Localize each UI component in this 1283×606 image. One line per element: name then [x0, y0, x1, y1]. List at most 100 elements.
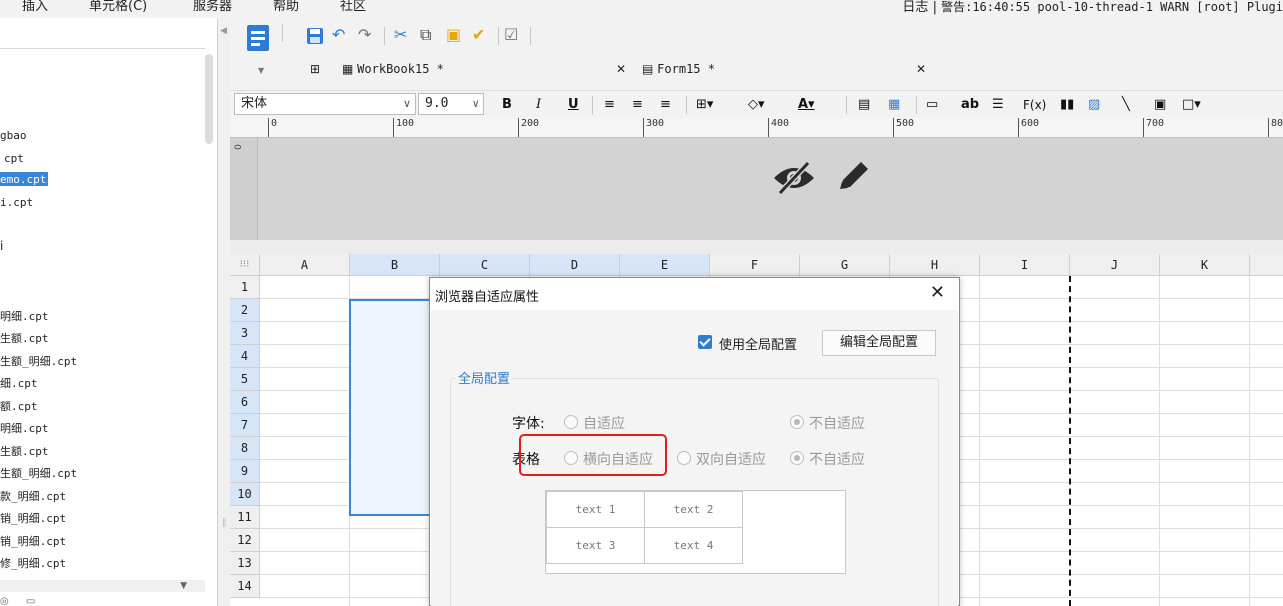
new-workbook-icon[interactable]: ⊞	[310, 56, 320, 82]
column-header[interactable]: I	[980, 254, 1070, 276]
hide-eye-icon[interactable]	[772, 160, 816, 196]
row-header[interactable]: 1	[230, 276, 260, 299]
panel-splitter[interactable]: ◀ ‖	[218, 18, 230, 606]
font-family-select[interactable]: 宋体 ∨	[234, 93, 416, 115]
log-label[interactable]: 日志	[902, 0, 928, 15]
row-header[interactable]: 11	[230, 506, 260, 529]
column-header[interactable]: D	[530, 254, 620, 276]
row-header[interactable]: 2	[230, 299, 260, 322]
table-icon[interactable]: ▦	[888, 95, 900, 115]
tree-item[interactable]: 销_明细.cpt	[0, 533, 66, 549]
menu-server[interactable]: 服务器	[193, 0, 232, 14]
view-icon[interactable]: ◎	[0, 596, 9, 606]
column-header[interactable]: K	[1160, 254, 1250, 276]
row-header[interactable]: 4	[230, 345, 260, 368]
column-header[interactable]: H	[890, 254, 980, 276]
edit-pencil-icon[interactable]	[835, 158, 871, 196]
layout-icon[interactable]: ▭	[26, 596, 35, 606]
chevron-down-icon[interactable]: ▼	[180, 581, 187, 591]
select-all-corner[interactable]: ⁝⁝⁝	[230, 254, 260, 276]
underline-button[interactable]: U	[568, 95, 579, 115]
tab-workbook15[interactable]: ▦ WorkBook15 *	[342, 56, 444, 82]
form-parameter-area[interactable]: 0	[230, 138, 1283, 240]
undo-icon[interactable]: ↶	[332, 25, 345, 45]
tree-item[interactable]: 生额.cpt	[0, 443, 49, 459]
fill-color-icon[interactable]: ◇▾	[748, 95, 765, 115]
tree-item[interactable]: 额.cpt	[0, 398, 38, 414]
align-center-icon[interactable]: ≡	[632, 95, 643, 115]
font-color-icon[interactable]: A▾	[798, 95, 815, 115]
tree-item[interactable]: 修_明细.cpt	[0, 555, 66, 571]
slash-icon[interactable]: ╲	[1122, 95, 1130, 115]
column-header[interactable]: E	[620, 254, 710, 276]
sub-report-icon[interactable]: ▣	[1154, 95, 1166, 115]
tree-item[interactable]: 款_明细.cpt	[0, 488, 66, 504]
merge-cell-icon[interactable]: ▤	[858, 95, 870, 115]
font-size-select[interactable]: 9.0 ∨	[418, 93, 484, 115]
tree-vertical-scrollbar[interactable]	[205, 54, 213, 144]
menu-community[interactable]: 社区	[340, 0, 366, 14]
textbox-icon[interactable]: ▭	[926, 95, 938, 115]
close-icon[interactable]: ✕	[930, 282, 945, 303]
row-header[interactable]: 6	[230, 391, 260, 414]
tree-item[interactable]: 明细.cpt	[0, 420, 49, 436]
row-header[interactable]: 14	[230, 575, 260, 598]
column-header-partial[interactable]	[1250, 254, 1283, 276]
column-header[interactable]: C	[440, 254, 530, 276]
column-header[interactable]: A	[260, 254, 350, 276]
chart-icon[interactable]: ▮▮	[1060, 95, 1074, 115]
row-header[interactable]: 9	[230, 460, 260, 483]
column-header[interactable]: G	[800, 254, 890, 276]
close-tab-workbook15[interactable]: ✕	[616, 56, 626, 82]
font-not-adaptive-label[interactable]: 不自适应	[809, 413, 865, 433]
bold-button[interactable]: B	[502, 95, 512, 115]
tree-item[interactable]: i	[0, 239, 3, 253]
tree-item[interactable]: 细.cpt	[0, 375, 38, 391]
align-right-icon[interactable]: ≡	[660, 95, 671, 115]
menu-insert[interactable]: 插入	[22, 0, 48, 14]
column-header[interactable]: J	[1070, 254, 1160, 276]
row-header[interactable]: 8	[230, 437, 260, 460]
redo-icon[interactable]: ↷	[358, 25, 371, 45]
close-icon[interactable]: ✕	[916, 62, 926, 76]
tree-item-selected[interactable]: emo.cpt	[0, 172, 49, 186]
row-header[interactable]: 13	[230, 552, 260, 575]
edit-global-button[interactable]: 编辑全局配置	[822, 330, 936, 356]
align-left-icon[interactable]: ≡	[604, 95, 615, 115]
tab-form15[interactable]: ▤ Form15 *	[642, 56, 715, 82]
table-not-adaptive-label[interactable]: 不自适应	[809, 449, 865, 469]
table-bidirectional-label[interactable]: 双向自适应	[696, 449, 766, 469]
close-icon[interactable]: ✕	[616, 62, 626, 76]
tree-item[interactable]: 生额.cpt	[0, 330, 49, 346]
formula-button[interactable]: F(x)	[1023, 95, 1046, 115]
rich-text-icon[interactable]: ☰	[992, 95, 1004, 115]
collapse-left-icon[interactable]: ◀	[220, 26, 227, 36]
font-adaptive-radio[interactable]	[564, 415, 578, 429]
tree-item[interactable]: 生额_明细.cpt	[0, 465, 77, 481]
tree-item[interactable]: 销_明细.cpt	[0, 510, 66, 526]
font-not-adaptive-radio[interactable]	[790, 415, 804, 429]
chevron-down-icon[interactable]: ∨	[472, 94, 479, 114]
menu-cell[interactable]: 单元格(C)	[89, 0, 147, 14]
menu-help[interactable]: 帮助	[273, 0, 299, 14]
table-bidirectional-radio[interactable]	[677, 451, 691, 465]
table-not-adaptive-radio[interactable]	[790, 451, 804, 465]
cut-icon[interactable]: ✂	[394, 25, 407, 45]
tree-item[interactable]: 生额_明细.cpt	[0, 353, 77, 369]
more-icon[interactable]: □▾	[1182, 95, 1201, 115]
row-header[interactable]: 3	[230, 322, 260, 345]
row-header[interactable]: 7	[230, 414, 260, 437]
copy-icon[interactable]: ⧉	[420, 25, 431, 45]
row-header[interactable]: 5	[230, 368, 260, 391]
image-icon[interactable]: ▨	[1088, 95, 1100, 115]
check-icon[interactable]: ☑	[504, 25, 518, 45]
row-header[interactable]: 12	[230, 529, 260, 552]
use-global-checkbox[interactable]	[698, 335, 712, 349]
border-icon[interactable]: ⊞▾	[696, 95, 713, 115]
tree-item[interactable]: cpt	[0, 151, 24, 165]
tree-item[interactable]: gbao	[0, 128, 27, 142]
text-button[interactable]: ab	[961, 95, 979, 115]
format-painter-icon[interactable]: ✔	[472, 25, 485, 45]
tree-item[interactable]: 明细.cpt	[0, 308, 49, 324]
paste-icon[interactable]: ▣	[446, 25, 461, 45]
